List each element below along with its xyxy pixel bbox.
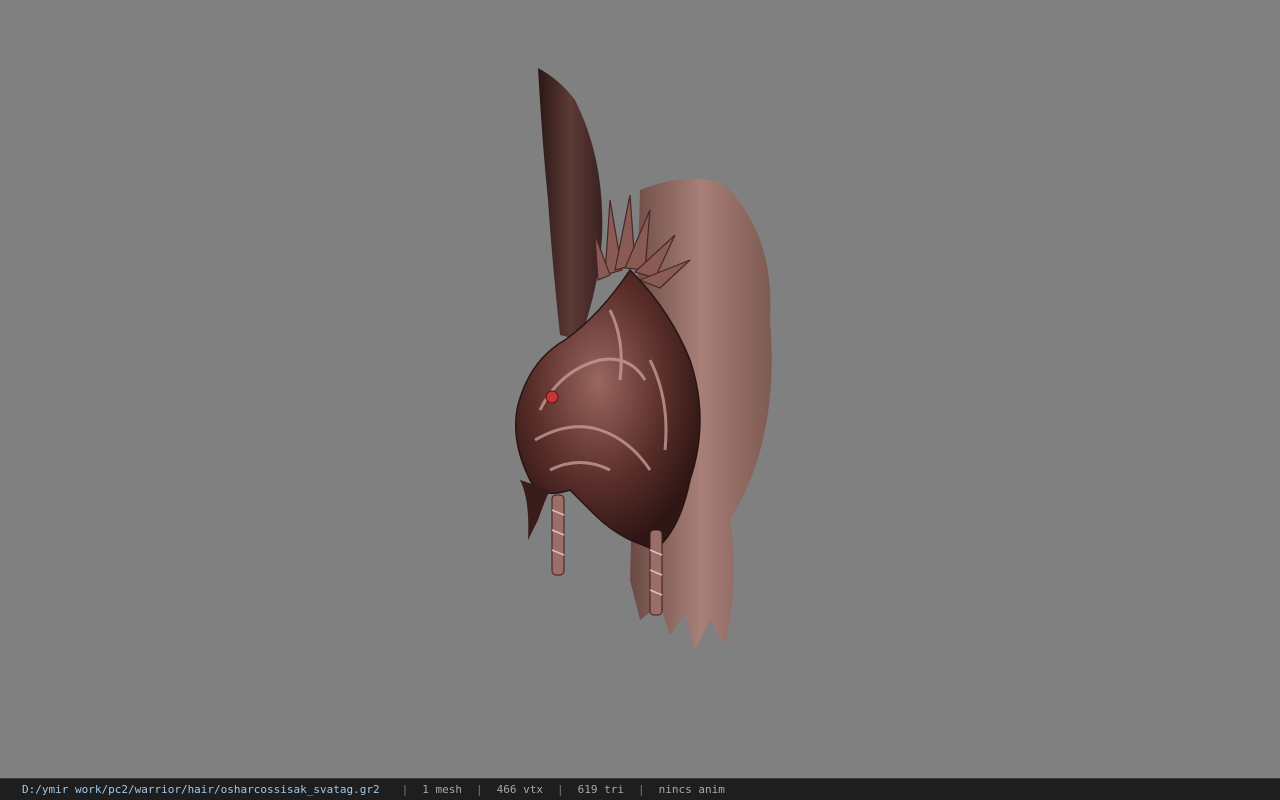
3d-viewport[interactable] bbox=[0, 0, 1280, 778]
animation-status: nincs anim bbox=[658, 783, 725, 796]
status-separator: | bbox=[637, 783, 645, 796]
file-path: D:/ymir work/pc2/warrior/hair/osharcossi… bbox=[22, 783, 380, 796]
status-separator: | bbox=[401, 783, 409, 796]
status-separator: | bbox=[476, 783, 483, 796]
mesh-count: 1 mesh bbox=[422, 783, 462, 796]
triangle-count: 619 tri bbox=[577, 783, 624, 796]
status-separator: | bbox=[556, 783, 564, 796]
status-bar: D:/ymir work/pc2/warrior/hair/osharcossi… bbox=[0, 778, 1280, 800]
helmet-model-render[interactable] bbox=[490, 60, 790, 660]
vertex-count: 466 vtx bbox=[496, 783, 543, 796]
